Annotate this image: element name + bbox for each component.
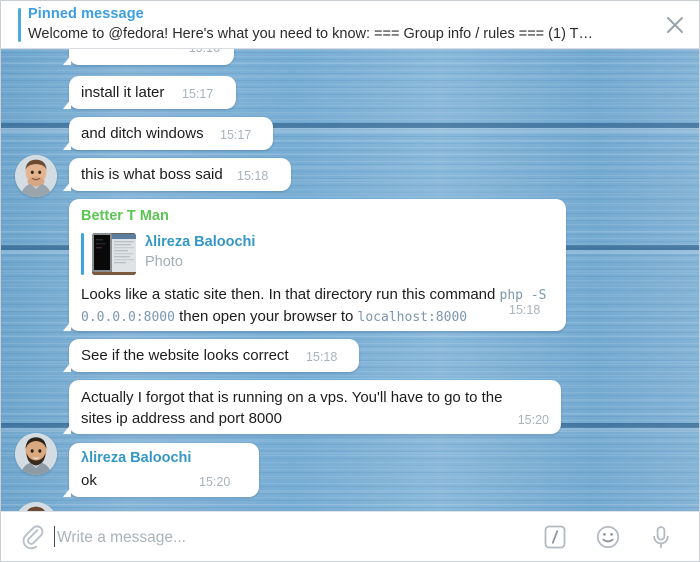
message-text: See if the website looks correct	[81, 347, 289, 364]
message-sender-name[interactable]: Better T Man	[81, 208, 169, 224]
message-time: 15:20	[517, 413, 549, 427]
message-bubble-partial[interactable]: 15:16	[63, 49, 234, 65]
telegram-chat-window: Pinned message Welcome to @fedora! Here'…	[0, 0, 700, 562]
message-time: 15:18	[237, 169, 269, 183]
message-bubble-boss[interactable]: this is what boss said 15:18	[63, 158, 291, 191]
microphone-icon[interactable]	[647, 523, 675, 551]
messages-container: 15:16 install it later 15:17 and ditch w…	[1, 49, 699, 513]
message-bubble-website[interactable]: See if the website looks correct 15:18	[63, 339, 359, 372]
message-bubble-install[interactable]: install it later 15:17	[63, 76, 236, 109]
message-time: 15:17	[182, 87, 214, 101]
message-bubble-vps[interactable]: Actually I forgot that is running on a v…	[63, 380, 561, 434]
inline-code: localhost:8000	[357, 310, 468, 325]
slash-command-icon[interactable]	[541, 523, 569, 551]
message-time: 15:16	[189, 49, 220, 55]
avatar-bearded-man[interactable]	[15, 433, 57, 475]
message-text-part: then open your browser to	[174, 308, 358, 325]
reply-accent-bar	[81, 233, 84, 275]
message-time: 15:20	[199, 475, 231, 489]
message-text: install it later	[81, 84, 165, 101]
message-sender-name[interactable]: λlireza Baloochi	[81, 450, 191, 466]
message-text: Looks like a static site then. In that d…	[81, 284, 553, 328]
message-time: 15:18	[306, 350, 338, 364]
chat-message-list[interactable]: 15:16 install it later 15:17 and ditch w…	[1, 49, 699, 513]
close-icon[interactable]	[661, 11, 689, 39]
message-composer	[1, 511, 699, 561]
message-time: 15:18	[509, 303, 541, 317]
smiley-icon[interactable]	[594, 523, 622, 551]
forwarded-media-block[interactable]: λlireza Baloochi Photo	[81, 233, 481, 277]
pinned-message-bar[interactable]: Pinned message Welcome to @fedora! Here'…	[1, 1, 699, 49]
message-time: 15:17	[220, 128, 252, 142]
message-text: this is what boss said	[81, 166, 223, 183]
forwarded-media-label: Photo	[145, 254, 183, 270]
message-input[interactable]	[55, 525, 539, 551]
message-text: and ditch windows	[81, 125, 204, 142]
message-text-part: Looks like a static site then. In that d…	[81, 286, 500, 303]
message-text: ok	[81, 472, 97, 489]
pinned-message-title: Pinned message	[28, 6, 144, 22]
message-bubble-forward[interactable]: Better T Man λlireza Baloochi Photo Look…	[63, 199, 566, 331]
phone-screenshot-thumbnail[interactable]	[92, 233, 136, 275]
forwarded-author-name[interactable]: λlireza Baloochi	[145, 234, 255, 250]
pinned-accent-bar	[18, 8, 21, 42]
message-bubble-ditch[interactable]: and ditch windows 15:17	[63, 117, 273, 150]
pinned-message-text: Welcome to @fedora! Here's what you need…	[28, 26, 594, 42]
message-text: Actually I forgot that is running on a v…	[81, 389, 503, 427]
avatar-young-man[interactable]	[15, 155, 57, 197]
message-bubble-ok[interactable]: λlireza Baloochi ok 15:20	[63, 443, 259, 497]
paperclip-icon[interactable]	[19, 524, 45, 550]
